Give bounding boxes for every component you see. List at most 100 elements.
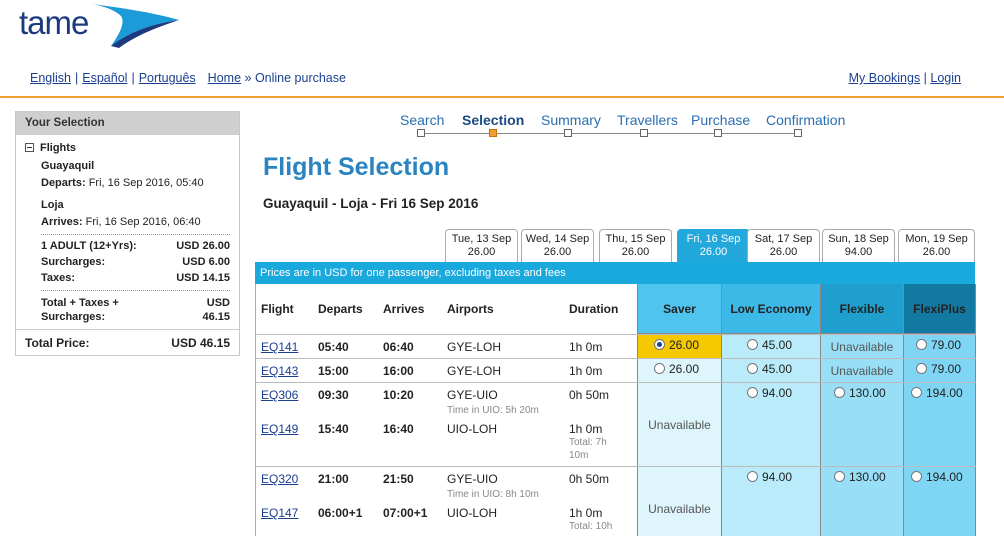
destination-city: Loja (41, 199, 64, 211)
adult-value: USD 26.00 (176, 240, 230, 252)
saver-fare-option[interactable]: 26.00 (654, 362, 699, 376)
origin-city: Guayaquil (41, 160, 95, 172)
top-nav: English | Español | Português Home » Online p… (30, 71, 346, 85)
flexiplus-fare-option[interactable]: 79.00 (916, 338, 961, 352)
low-economy-fare-option[interactable]: 94.00 (747, 386, 792, 400)
steps-track (424, 133, 801, 134)
radio-icon (911, 387, 922, 398)
flexiplus-fare-option[interactable]: 194.00 (911, 386, 963, 400)
step-dot (794, 129, 802, 137)
col-header-saver: Saver (638, 284, 721, 334)
date-tab[interactable]: Mon, 19 Sep 26.00 (898, 229, 975, 262)
row-divider (256, 382, 976, 383)
col-header-arrives: Arrives (383, 302, 425, 316)
arrival-time: 06:40 (383, 340, 414, 354)
arrival-time: 16:40 (383, 422, 414, 436)
date-tab[interactable]: Thu, 15 Sep 26.00 (599, 229, 672, 262)
departure-time: 15:00 (318, 364, 349, 378)
departure-time: 05:40 (318, 340, 349, 354)
divider (41, 234, 230, 235)
total-price-value: USD 46.15 (171, 336, 230, 350)
your-selection-panel: Your Selection Flights Guayaquil Departs… (15, 111, 240, 356)
radio-icon (911, 471, 922, 482)
flexible-fare-option[interactable]: 130.00 (834, 386, 886, 400)
sum-value-1: USD (206, 297, 230, 309)
radio-icon (834, 387, 845, 398)
row-divider (256, 334, 976, 335)
your-selection-title: Your Selection (16, 112, 239, 135)
saver-unavailable: Unavailable (648, 418, 711, 432)
arrival-time: 10:20 (383, 388, 414, 402)
account-nav: My Bookings | Login (848, 71, 961, 85)
departure-time: 09:30 (318, 388, 349, 402)
low-economy-fare-option[interactable]: 45.00 (747, 362, 792, 376)
step-dot (489, 129, 497, 137)
breadcrumb-sep: » (244, 71, 252, 85)
duration: 1h 0m (569, 364, 603, 378)
flexible-unavailable: Unavailable (830, 340, 894, 354)
divider (16, 329, 239, 330)
breadcrumb: Home » Online purchase (208, 71, 346, 85)
arrives-value: Fri, 16 Sep 2016, 06:40 (85, 216, 201, 228)
date-tab[interactable]: Tue, 13 Sep 26.00 (445, 229, 518, 262)
flexiplus-fare-option[interactable]: 194.00 (911, 470, 963, 484)
date-tab-active[interactable]: Fri, 16 Sep 26.00 (677, 229, 750, 262)
total-price-label: Total Price: (25, 336, 90, 350)
total-duration: Total: 7h (569, 437, 607, 448)
login-link[interactable]: Login (930, 71, 961, 85)
arrival-time: 07:00+1 (383, 506, 428, 520)
taxes-label: Taxes: (41, 272, 76, 284)
col-header-flexiplus: FlexiPlus (904, 284, 975, 334)
duration: 1h 0m (569, 340, 603, 354)
arrival-time: 21:50 (383, 472, 414, 486)
flight-table: Flight Departs Arrives Airports Duration… (255, 284, 976, 536)
departure-time: 06:00+1 (318, 506, 363, 520)
flight-number-link[interactable]: EQ143 (261, 364, 298, 378)
col-header-departs: Departs (318, 302, 363, 316)
date-tab[interactable]: Sat, 17 Sep 26.00 (747, 229, 820, 262)
col-header-low-economy: Low Economy (722, 284, 820, 334)
arrival-time: 16:00 (383, 364, 414, 378)
lang-english-link[interactable]: English (30, 71, 71, 85)
surcharges-label: Surcharges: (41, 256, 106, 268)
home-link[interactable]: Home (208, 71, 241, 85)
breadcrumb-current: Online purchase (254, 71, 346, 85)
col-header-flexible: Flexible (821, 284, 903, 334)
flights-label: Flights (40, 142, 77, 154)
route-title: Guayaquil - Loja - Fri 16 Sep 2016 (263, 196, 479, 211)
low-economy-fare-option[interactable]: 45.00 (747, 338, 792, 352)
flight-number-link[interactable]: EQ306 (261, 388, 298, 402)
sum-label-2: Surcharges: (41, 311, 106, 323)
saver-fare-option[interactable]: 26.00 (654, 338, 699, 352)
flight-number-link[interactable]: EQ147 (261, 506, 298, 520)
departs-label: Departs: (41, 177, 86, 189)
low-economy-fare-option[interactable]: 94.00 (747, 470, 792, 484)
page-title: Flight Selection (263, 153, 450, 181)
flexible-fare-option[interactable]: 130.00 (834, 470, 886, 484)
airports: UIO-LOH (447, 422, 498, 436)
surcharges-value: USD 6.00 (182, 256, 230, 268)
date-tab[interactable]: Sun, 18 Sep 94.00 (822, 229, 895, 262)
step-summary: Summary (541, 112, 601, 137)
collapse-icon (25, 143, 34, 152)
lang-espanol-link[interactable]: Español (82, 71, 127, 85)
radio-icon (747, 363, 758, 374)
date-tab[interactable]: Wed, 14 Sep 26.00 (521, 229, 594, 262)
step-selection: Selection (462, 112, 524, 137)
flights-collapse-toggle[interactable]: Flights (25, 142, 76, 154)
total-duration: 10m (569, 450, 589, 461)
flight-number-link[interactable]: EQ149 (261, 422, 298, 436)
sum-value-2: 46.15 (202, 311, 230, 323)
step-dot (640, 129, 648, 137)
step-search[interactable]: Search (400, 112, 444, 137)
my-bookings-link[interactable]: My Bookings (849, 71, 921, 85)
duration: 1h 0m (569, 506, 603, 520)
step-travellers: Travellers (617, 112, 678, 137)
flight-number-link[interactable]: EQ320 (261, 472, 298, 486)
tame-logo[interactable]: tame (19, 2, 179, 48)
flight-number-link[interactable]: EQ141 (261, 340, 298, 354)
lang-portugues-link[interactable]: Português (139, 71, 196, 85)
airports: GYE-UIO (447, 472, 498, 486)
flexiplus-fare-option[interactable]: 79.00 (916, 362, 961, 376)
header-divider (0, 96, 1004, 98)
